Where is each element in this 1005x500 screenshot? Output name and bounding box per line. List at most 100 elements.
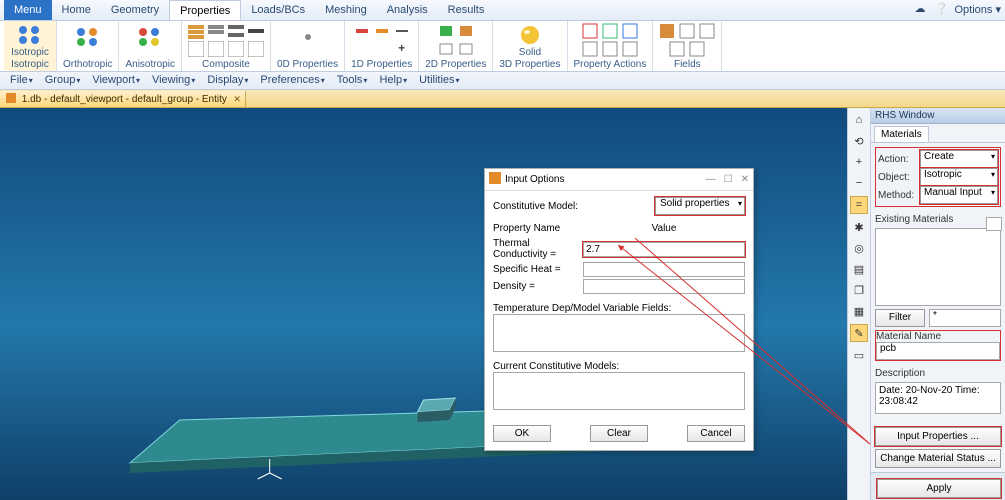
menu2-help[interactable]: Help [373,72,413,89]
pa-icon-1[interactable] [582,23,598,39]
menu-meshing[interactable]: Meshing [315,0,377,20]
vt-equal-icon[interactable]: = [850,196,868,214]
dialog-close-icon[interactable]: ✕ [741,174,749,185]
composite-icon-6[interactable] [208,41,224,57]
pa-icon-5[interactable] [602,41,618,57]
vt-layers-icon[interactable]: ▤ [851,261,867,277]
rhs-matname-input[interactable]: pcb [876,342,1000,360]
dialog-curr-models-textarea[interactable] [493,372,745,410]
composite-icon-8[interactable] [248,41,264,57]
rhs-action-select[interactable]: Create [920,150,998,168]
composite-icon-1[interactable] [188,23,204,39]
vt-pencil-icon[interactable]: ✎ [850,324,868,342]
options-dropdown[interactable]: Options ▾ [955,3,1002,16]
ribbon-group-isotropic[interactable]: Isotropic Isotropic [4,21,57,71]
rhs-filter-button[interactable]: Filter [875,309,925,327]
1d-icon-1[interactable] [354,23,370,39]
1d-icon-4[interactable] [358,41,374,57]
composite-icon-3[interactable] [228,23,244,39]
fields-icon-2[interactable] [679,23,695,39]
cloud-icon[interactable]: ☁ [915,2,929,16]
help-icon[interactable]: ❔ [935,2,949,16]
1d-icon-2[interactable] [374,23,390,39]
rhs-list-options-icon[interactable] [986,217,1002,231]
rhs-change-status-button[interactable]: Change Material Status ... [875,449,1001,468]
ribbon-group-1d[interactable]: + 1D Properties [345,21,419,71]
1d-icon-5[interactable] [378,41,394,57]
rhs-panel: RHS Window Materials Action: Create Obje… [871,108,1005,500]
2d-icon-3[interactable] [438,41,454,57]
rhs-input-properties-button[interactable]: Input Properties ... [875,427,1001,446]
fields-icon-5[interactable] [689,41,705,57]
vt-target-icon[interactable]: ◎ [851,240,867,256]
rhs-object-select[interactable]: Isotropic [920,168,998,186]
dialog-clear-button[interactable]: Clear [590,425,648,442]
fields-icon-3[interactable] [699,23,715,39]
menu-main-button[interactable]: Menu [4,0,52,20]
composite-icon-5[interactable] [188,41,204,57]
vt-grid-icon[interactable]: ▦ [851,303,867,319]
vt-pin-icon[interactable]: ✱ [851,219,867,235]
menu2-viewing[interactable]: Viewing [146,72,201,89]
tab-close-icon[interactable]: ✕ [233,94,241,105]
ribbon-group-anisotropic[interactable]: Anisotropic [119,21,181,71]
vt-copy-icon[interactable]: ❐ [851,282,867,298]
dialog-const-model-select[interactable]: Solid properties [655,197,745,215]
ribbon-group-0d[interactable]: 0D Properties [271,21,345,71]
menu-home[interactable]: Home [52,0,101,20]
ribbon-group-2d[interactable]: 2D Properties [419,21,493,71]
dialog-prop-specific-heat-input[interactable] [583,262,745,277]
menu-results[interactable]: Results [438,0,495,20]
menu2-tools[interactable]: Tools [331,72,374,89]
ribbon-group-property-actions[interactable]: Property Actions [568,21,654,71]
vt-home-icon[interactable]: ⌂ [851,112,867,128]
menu2-utilities[interactable]: Utilities [413,72,465,89]
dialog-temp-dep-textarea[interactable] [493,314,745,352]
2d-icon-2[interactable] [458,23,474,39]
menu-loads-bcs[interactable]: Loads/BCs [241,0,315,20]
1d-icon-3[interactable] [394,23,410,39]
rhs-method-select[interactable]: Manual Input [920,186,998,204]
rhs-tab-materials[interactable]: Materials [874,126,929,142]
vt-minus-icon[interactable]: − [851,175,867,191]
vt-plus-icon[interactable]: + [851,154,867,170]
dialog-ok-button[interactable]: OK [493,425,551,442]
vt-rotate-icon[interactable]: ⟲ [851,133,867,149]
ribbon-group-3d[interactable]: Solid 3D Properties [493,21,567,71]
fields-icon-1[interactable] [659,23,675,39]
1d-plus-icon[interactable]: + [398,41,405,57]
dialog-prop-density-input[interactable] [583,279,745,294]
dialog-maximize-icon[interactable]: ☐ [724,174,733,185]
rhs-desc-input[interactable]: Date: 20-Nov-20 Time: 23:08:42 [875,382,1001,414]
pa-icon-2[interactable] [602,23,618,39]
menu-analysis[interactable]: Analysis [377,0,438,20]
rhs-filter-input[interactable]: * [929,309,1001,327]
composite-icon-4[interactable] [248,23,264,39]
menu2-viewport[interactable]: Viewport [86,72,146,89]
fields-icon-4[interactable] [669,41,685,57]
rhs-apply-button[interactable]: Apply [877,479,1001,498]
rhs-existing-list[interactable] [875,228,1001,306]
ribbon-group-orthotropic[interactable]: Orthotropic [57,21,119,71]
dialog-prop-thermal-cond-input[interactable] [583,242,745,257]
composite-icon-2[interactable] [208,23,224,39]
menu2-file[interactable]: File [4,72,39,89]
menu2-group[interactable]: Group [39,72,87,89]
pa-icon-4[interactable] [582,41,598,57]
pa-icon-3[interactable] [622,23,638,39]
menu-geometry[interactable]: Geometry [101,0,169,20]
ribbon-group-composite[interactable]: Composite [182,21,271,71]
2d-icon-1[interactable] [438,23,454,39]
vt-rect-icon[interactable]: ▭ [851,347,867,363]
menu-properties[interactable]: Properties [169,0,241,20]
ribbon-group-fields[interactable]: Fields [653,21,722,71]
pa-icon-6[interactable] [622,41,638,57]
menu2-preferences[interactable]: Preferences [254,72,330,89]
2d-icon-4[interactable] [458,41,474,57]
dialog-titlebar[interactable]: Input Options — ☐ ✕ [485,169,753,191]
dialog-cancel-button[interactable]: Cancel [687,425,745,442]
document-tab[interactable]: 1.db - default_viewport - default_group … [0,91,246,107]
menu2-display[interactable]: Display [201,72,254,89]
dialog-minimize-icon[interactable]: — [706,174,716,185]
composite-icon-7[interactable] [228,41,244,57]
